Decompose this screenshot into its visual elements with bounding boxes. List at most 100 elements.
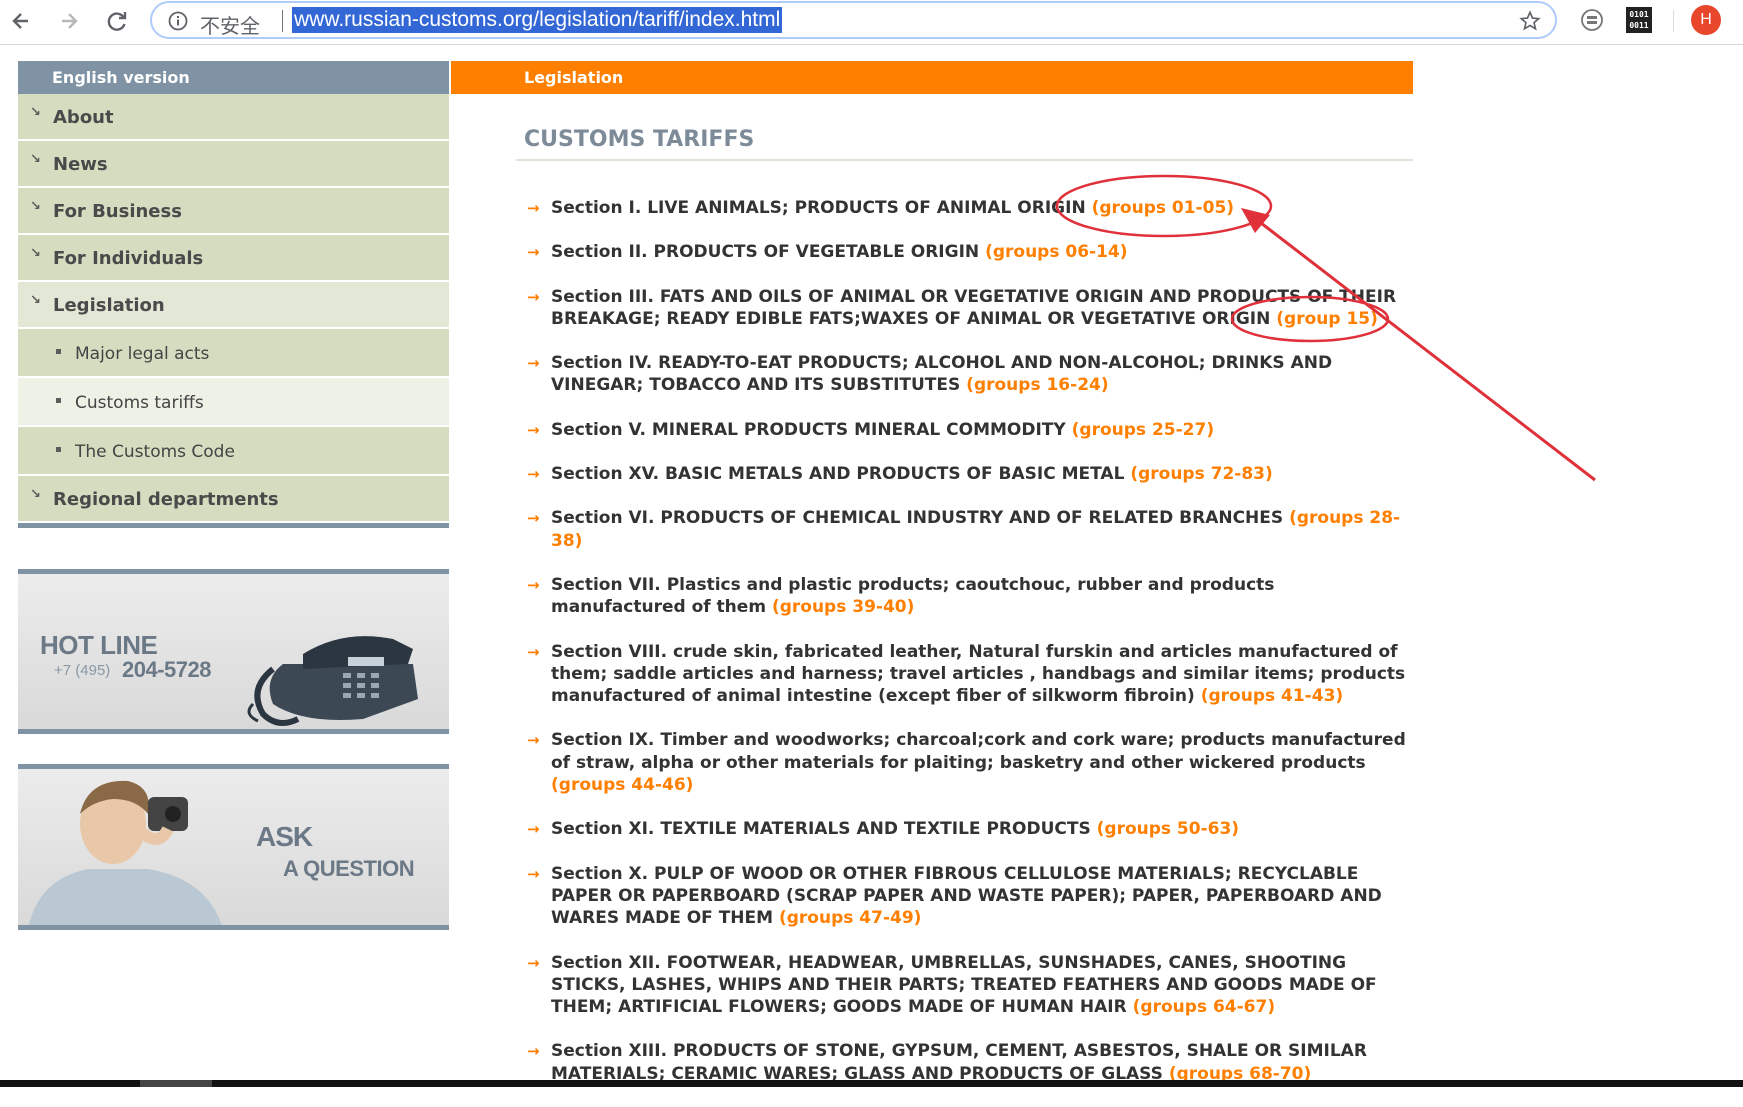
sidebar-item-label: Regional departments [53,489,279,510]
sidebar-item-label: For Business [53,201,182,222]
sidebar-subitem-label: The Customs Code [75,442,235,462]
section-groups-link[interactable]: (groups 44-46) [551,775,693,795]
ask-question-banner[interactable]: ASK A QUESTION [18,764,449,930]
orange-arrow-icon: → [527,1042,540,1061]
tariff-section-item[interactable]: → Section IV. READY-TO-EAT PRODUCTS; ALCO… [527,352,1413,397]
orange-arrow-icon: → [527,575,540,594]
address-bar[interactable]: 不安全 www.russian-customs.org/legislation/… [150,1,1557,39]
section-groups-link[interactable]: (groups 47-49) [779,908,921,928]
section-title-link[interactable]: Section VI. PRODUCTS OF CHEMICAL INDUSTR… [551,508,1289,528]
sidebar-item-label: Legislation [53,295,165,316]
menu-arrow-icon: ↘ [30,105,41,120]
sidebar-item-legislation[interactable]: ↘ Legislation [18,282,449,329]
sidebar-menu: ↘ About ↘ News ↘ For Business ↘ For Indi… [18,94,449,528]
section-title-link[interactable]: Section I. LIVE ANIMALS; PRODUCTS OF ANI… [551,198,1092,218]
tariff-section-item[interactable]: → Section XI. TEXTILE MATERIALS AND TEXTI… [527,818,1413,840]
section-title-link[interactable]: Section IV. READY-TO-EAT PRODUCTS; ALCOH… [551,353,1332,395]
page-title: CUSTOMS TARIFFS [524,127,755,152]
sidebar-subitem-customs-code[interactable]: The Customs Code [18,427,449,476]
reload-button[interactable] [102,6,132,36]
reload-icon [107,12,127,31]
profile-avatar[interactable]: H [1691,5,1721,35]
toolbar-divider [1673,10,1674,32]
hotline-prefix: +7 (495) [54,662,111,679]
section-title-link[interactable]: Section XV. BASIC METALS AND PRODUCTS OF… [551,464,1130,484]
section-groups-link[interactable]: (groups 16-24) [966,375,1108,395]
orange-arrow-icon: → [527,420,540,439]
sidebar-item-label: About [53,107,114,128]
address-separator [282,10,283,32]
tariff-section-item[interactable]: → Section VIII. crude skin, fabricated le… [527,641,1413,708]
menu-bottom-border [18,523,449,528]
section-title-link[interactable]: Section XI. TEXTILE MATERIALS AND TEXTIL… [551,819,1097,839]
sidebar-subitem-major-legal-acts[interactable]: Major legal acts [18,329,449,378]
section-groups-link[interactable]: (groups 50-63) [1097,819,1239,839]
ask-subtitle: A QUESTION [283,856,415,881]
section-title-link[interactable]: Section V. MINERAL PRODUCTS MINERAL COMM… [551,420,1072,440]
bullet-icon [56,349,61,354]
bookmark-star-icon[interactable] [1519,10,1541,32]
menu-arrow-icon: ↘ [30,199,41,214]
url-text[interactable]: www.russian-customs.org/legislation/tari… [292,7,783,33]
tariff-section-item[interactable]: → Section IX. Timber and woodworks; charc… [527,729,1413,796]
hotline-banner[interactable]: HOT LINE +7 (495) 204-5728 [18,569,449,734]
tariff-section-item[interactable]: → Section XV. BASIC METALS AND PRODUCTS O… [527,463,1413,485]
section-groups-link[interactable]: (group 15) [1276,309,1378,329]
forward-button[interactable] [54,6,84,36]
section-title-link[interactable]: Section IX. Timber and woodworks; charco… [551,730,1406,772]
taskbar-tab[interactable] [140,1080,212,1087]
tariff-section-item[interactable]: → Section V. MINERAL PRODUCTS MINERAL COM… [527,419,1413,441]
sidebar-item-label: News [53,154,108,175]
browser-toolbar: 不安全 www.russian-customs.org/legislation/… [0,0,1743,45]
bullet-icon [56,398,61,403]
legislation-header: Legislation [451,61,1413,94]
tariff-sections-list: → Section I. LIVE ANIMALS; PRODUCTS OF AN… [527,197,1413,1107]
extension-binary-icon[interactable]: 0101 0011 [1626,7,1652,33]
orange-arrow-icon: → [527,509,540,528]
section-groups-link[interactable]: (groups 41-43) [1201,686,1343,706]
orange-arrow-icon: → [527,354,540,373]
orange-arrow-icon: → [527,642,540,661]
section-groups-link[interactable]: (groups 25-27) [1072,420,1214,440]
tariff-section-item[interactable]: → Section VII. Plastics and plastic produ… [527,574,1413,619]
person-with-phone-icon [28,780,222,925]
orange-arrow-icon: → [527,465,540,484]
info-icon[interactable] [168,11,188,31]
forward-arrow-icon [62,13,78,29]
section-title-link[interactable]: Section X. PULP OF WOOD OR OTHER FIBROUS… [551,864,1382,929]
sidebar-subitem-customs-tariffs[interactable]: Customs tariffs [18,378,449,427]
ask-title: ASK [256,821,313,852]
sidebar-subitem-label: Customs tariffs [75,393,204,413]
sidebar-item-for-business[interactable]: ↘ For Business [18,188,449,235]
section-groups-link[interactable]: (groups 64-67) [1133,997,1275,1017]
tariff-section-item[interactable]: → Section X. PULP OF WOOD OR OTHER FIBROU… [527,863,1413,930]
tariff-section-item[interactable]: → Section VI. PRODUCTS OF CHEMICAL INDUST… [527,507,1413,552]
tariff-section-item[interactable]: → Section III. FATS AND OILS OF ANIMAL OR… [527,286,1413,331]
menu-arrow-icon: ↘ [30,152,41,167]
orange-arrow-icon: → [527,199,540,217]
hotline-number: 204-5728 [122,657,211,682]
bullet-icon [56,447,61,452]
orange-arrow-icon: → [527,820,540,839]
tariff-section-item[interactable]: → Section XIII. PRODUCTS OF STONE, GYPSUM… [527,1040,1413,1085]
tariff-section-item[interactable]: → Section XII. FOOTWEAR, HEADWEAR, UMBREL… [527,952,1413,1019]
section-title-link[interactable]: Section II. PRODUCTS OF VEGETABLE ORIGIN [551,242,985,262]
section-title-link[interactable]: Section III. FATS AND OILS OF ANIMAL OR … [551,287,1396,329]
sidebar-item-regional-departments[interactable]: ↘ Regional departments [18,476,449,523]
security-status-label[interactable]: 不安全 [200,10,260,39]
extension-translate-icon[interactable] [1580,8,1604,32]
tariff-section-item[interactable]: → Section I. LIVE ANIMALS; PRODUCTS OF AN… [527,197,1413,219]
section-groups-link[interactable]: (groups 06-14) [985,242,1127,262]
sidebar-item-label: For Individuals [53,248,204,269]
back-button[interactable] [6,6,36,36]
sidebar-item-news[interactable]: ↘ News [18,141,449,188]
sidebar-item-for-individuals[interactable]: ↘ For Individuals [18,235,449,282]
section-groups-link[interactable]: (groups 39-40) [772,597,914,617]
sidebar-item-about[interactable]: ↘ About [18,94,449,141]
section-groups-link[interactable]: (groups 01-05) [1092,198,1234,218]
telephone-icon [247,636,418,726]
orange-arrow-icon: → [527,287,540,306]
english-version-header[interactable]: English version [18,61,449,94]
section-groups-link[interactable]: (groups 72-83) [1130,464,1272,484]
tariff-section-item[interactable]: → Section II. PRODUCTS OF VEGETABLE ORIGI… [527,241,1413,263]
